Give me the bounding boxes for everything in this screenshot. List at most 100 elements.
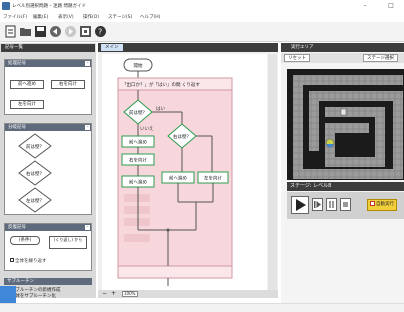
process-turn-right[interactable]: 右を向け: [121, 153, 155, 166]
maze-corridor: [309, 91, 403, 101]
process-label: 前へ進め: [129, 139, 147, 146]
flowchart: 開始 「出口か？」が「はい」の間 くり返す 前は壁？ いいえ はい 右は壁？ 前…: [117, 58, 233, 286]
loop-footer: [117, 265, 233, 279]
checkbox-icon[interactable]: [370, 201, 375, 206]
start-label: 開始: [134, 62, 143, 69]
process-label: 前へ進め: [169, 175, 187, 182]
menu-stage[interactable]: ステージ(S): [108, 14, 132, 20]
palette-diamond-front[interactable]: 前は壁？: [18, 133, 52, 159]
loop-whole-option[interactable]: 全体を繰り返す: [10, 258, 47, 264]
palette-loop-condition[interactable]: (条件): [10, 236, 40, 245]
symbol-palette: 記号一覧 処理記号 – 前へ進め 右を向け 左を向け 分岐記号 – 前は壁？ 右…: [0, 43, 96, 299]
start-node[interactable]: 開始: [123, 58, 153, 72]
forward-icon[interactable]: [64, 25, 77, 38]
toolbar: ?: [0, 22, 404, 42]
auto-run-toggle[interactable]: 自動実行: [367, 199, 397, 211]
zoom-in-icon[interactable]: +: [111, 290, 116, 297]
palette-loop-count[interactable]: (くり返し) から: [49, 236, 87, 249]
loop-group: 反復記号 – (条件) (くり返し) から 全体を繰り返す: [4, 223, 92, 271]
menu-operate[interactable]: 操作(O): [83, 14, 99, 20]
maze-corridor: [293, 169, 403, 179]
app-icon: [2, 2, 10, 10]
palette-forward[interactable]: 前へ進め: [10, 80, 44, 89]
loop-whole-label: 全体を繰り返す: [15, 259, 47, 264]
maze: [287, 69, 404, 180]
stop-button[interactable]: [340, 198, 351, 211]
process-label: 左を向け: [204, 175, 222, 182]
branch-group: 分岐記号 – 前は壁？ 右は壁？ 左は壁？: [4, 123, 92, 215]
flowchart-canvas[interactable]: 開始 「出口か？」が「はい」の間 くり返す 前は壁？ いいえ はい 右は壁？ 前…: [102, 54, 267, 290]
drop-slot: [124, 194, 150, 202]
group-title: 分岐記号: [8, 125, 26, 130]
status-bar: [0, 303, 404, 312]
title-bar: レベル別選択問題 – 迷路 問題ガイド – □: [0, 0, 404, 12]
open-folder-icon[interactable]: [19, 25, 32, 38]
branch-yes-label: はい: [156, 106, 165, 112]
tab-main[interactable]: メイン: [101, 44, 123, 51]
playback-controls: 自動実行: [287, 192, 404, 219]
subroutine-whole-label: 全体をサブルーチン化: [10, 294, 56, 299]
zoom-out-icon[interactable]: −: [102, 290, 107, 297]
menu-edit[interactable]: 編集(E): [33, 14, 48, 20]
step-button[interactable]: [312, 198, 323, 211]
stop-icon: [343, 202, 348, 207]
process-forward-3[interactable]: 前へ進め: [161, 171, 195, 184]
diamond-label: 前は壁？: [26, 143, 44, 150]
flowchart-editor: メイン 開始 「出口か？」が「はい」の間 くり返す 前は壁？ いいえ はい 右は…: [98, 43, 278, 298]
stage-select-button[interactable]: ステージ選択: [363, 54, 398, 62]
branch-no-label: いいえ: [140, 126, 154, 132]
collapse-icon[interactable]: –: [85, 225, 90, 230]
maze-corridor: [393, 91, 403, 179]
help-icon[interactable]: ?: [94, 25, 107, 38]
play-button[interactable]: [291, 196, 309, 214]
maze-view: [287, 69, 404, 180]
diamond-label: 右は壁？: [26, 170, 44, 177]
execution-tab[interactable]: 実行エリア: [281, 43, 404, 52]
pause-button[interactable]: [326, 198, 337, 211]
palette-turn-left[interactable]: 左を向け: [10, 100, 44, 109]
vertical-scrollbar[interactable]: [268, 54, 277, 290]
new-file-icon[interactable]: [4, 25, 17, 38]
palette-tab[interactable]: 記号一覧: [1, 44, 95, 52]
group-header: 分岐記号 –: [5, 124, 91, 131]
pause-icon: [332, 201, 334, 208]
stage-label: ステージ: レベル8: [287, 182, 404, 191]
process-group: 処理記号 – 前へ進め 右を向け 左を向け: [4, 59, 92, 115]
menu-view[interactable]: 表示(V): [58, 14, 74, 20]
play-icon: [296, 199, 306, 211]
branch-diamonds: 前は壁？ 右は壁？ 左は壁？: [18, 133, 52, 213]
collapse-icon[interactable]: –: [85, 125, 90, 130]
auto-run-label: 自動実行: [376, 202, 394, 207]
diamond-label: 左は壁？: [26, 197, 44, 204]
group-header: 処理記号 –: [5, 60, 91, 67]
save-icon[interactable]: [34, 25, 47, 38]
zoom-select[interactable]: 100%: [122, 291, 138, 297]
maximize-button[interactable]: □: [384, 1, 398, 11]
process-turn-left[interactable]: 左を向け: [197, 171, 229, 184]
subroutine-header[interactable]: サブルーチン: [4, 278, 92, 285]
checkbox-icon[interactable]: [10, 258, 14, 262]
condition-right-label: 右は壁？: [173, 133, 191, 140]
collapse-icon[interactable]: –: [85, 61, 90, 66]
drop-slot: [124, 234, 150, 242]
maze-corridor: [325, 157, 385, 167]
palette-turn-right[interactable]: 右を向け: [51, 80, 85, 89]
record-icon[interactable]: [79, 25, 92, 38]
minimize-button[interactable]: –: [358, 1, 372, 11]
palette-diamond-right[interactable]: 右は壁？: [18, 160, 52, 186]
process-label: 前へ進め: [129, 179, 147, 186]
drop-slot: [124, 218, 150, 226]
palette-diamond-left[interactable]: 左は壁？: [18, 187, 52, 213]
process-forward-1[interactable]: 前へ進め: [121, 135, 155, 148]
menu-help[interactable]: ヘルプ(H): [140, 14, 160, 20]
menu-file[interactable]: ファイル(F): [3, 14, 27, 20]
process-forward-2[interactable]: 前へ進め: [121, 175, 155, 188]
maze-corridor: [293, 75, 403, 85]
execution-header: リセット ステージ選択: [281, 53, 404, 63]
reset-button[interactable]: リセット: [284, 54, 310, 62]
goal-marker-icon: [340, 108, 347, 116]
back-icon[interactable]: [49, 25, 62, 38]
loop-label: 「出口か？」が「はい」の間 くり返す: [122, 81, 200, 88]
horizontal-scrollbar[interactable]: − + 100%: [98, 290, 278, 298]
maze-corridor: [293, 75, 303, 179]
